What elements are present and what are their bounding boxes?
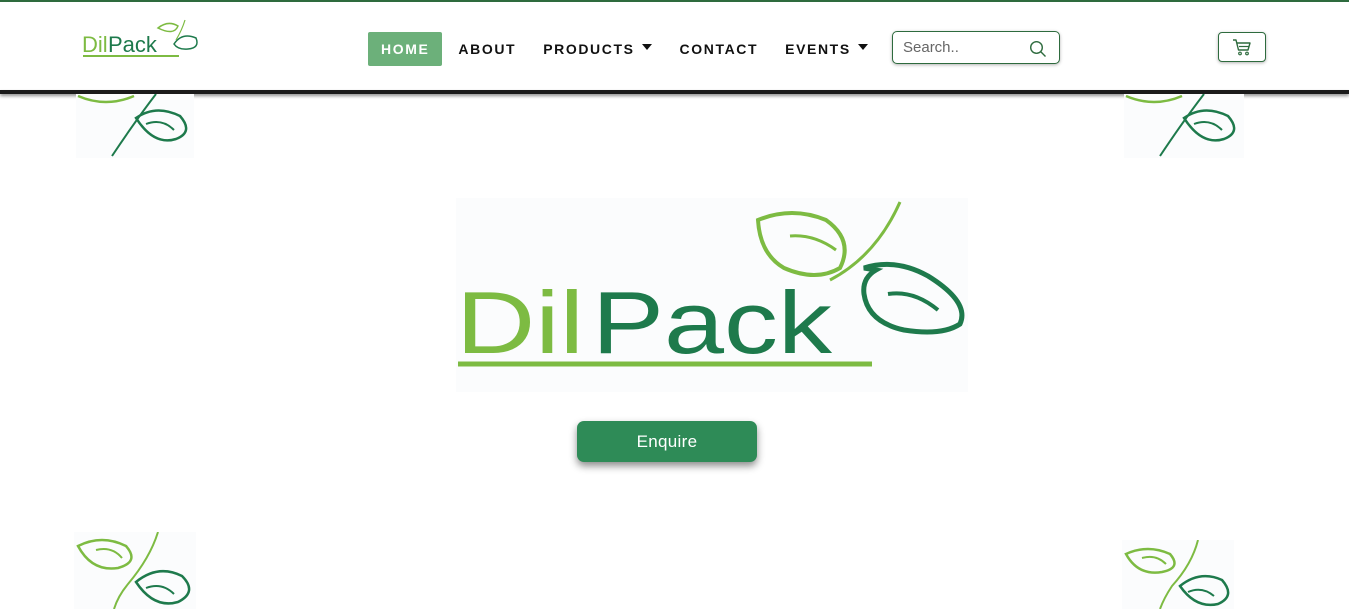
logo-text-dil: Dil — [82, 32, 108, 57]
nav-products[interactable]: PRODUCTS — [543, 32, 652, 66]
hero-logo: Dil Pack — [456, 198, 968, 392]
site-header: Dil Pack HOME ABOUT PRODUCTS CONTACT EVE… — [0, 2, 1349, 90]
nav-about[interactable]: ABOUT — [458, 32, 516, 66]
enquire-button[interactable]: Enquire — [577, 421, 757, 462]
nav-products-label: PRODUCTS — [543, 41, 635, 57]
search-input[interactable] — [893, 32, 1033, 62]
search-icon[interactable] — [1029, 40, 1047, 58]
nav-events[interactable]: EVENTS — [785, 32, 868, 66]
leaf-decoration-icon — [74, 532, 196, 609]
nav-about-label: ABOUT — [458, 41, 517, 57]
caret-down-icon — [857, 44, 868, 50]
hero-logo-dil: Dil — [456, 273, 584, 372]
cart-button[interactable] — [1218, 32, 1266, 62]
search-box — [892, 31, 1060, 64]
header-logo[interactable]: Dil Pack — [82, 18, 202, 60]
logo-text-pack: Pack — [108, 32, 158, 57]
nav-contact[interactable]: CONTACT — [680, 32, 759, 66]
caret-down-icon — [641, 44, 652, 50]
leaf-decoration-icon — [1122, 540, 1234, 609]
cart-icon — [1233, 39, 1251, 56]
hero-logo-pack: Pack — [592, 273, 833, 372]
nav-home-label: HOME — [381, 41, 430, 57]
nav-home[interactable]: HOME — [368, 32, 443, 66]
main-nav: HOME ABOUT PRODUCTS CONTACT EVENTS — [368, 32, 868, 66]
leaf-decoration-icon — [76, 94, 194, 158]
nav-contact-label: CONTACT — [679, 41, 759, 57]
nav-events-label: EVENTS — [785, 41, 851, 57]
leaf-decoration-icon — [1124, 94, 1244, 158]
